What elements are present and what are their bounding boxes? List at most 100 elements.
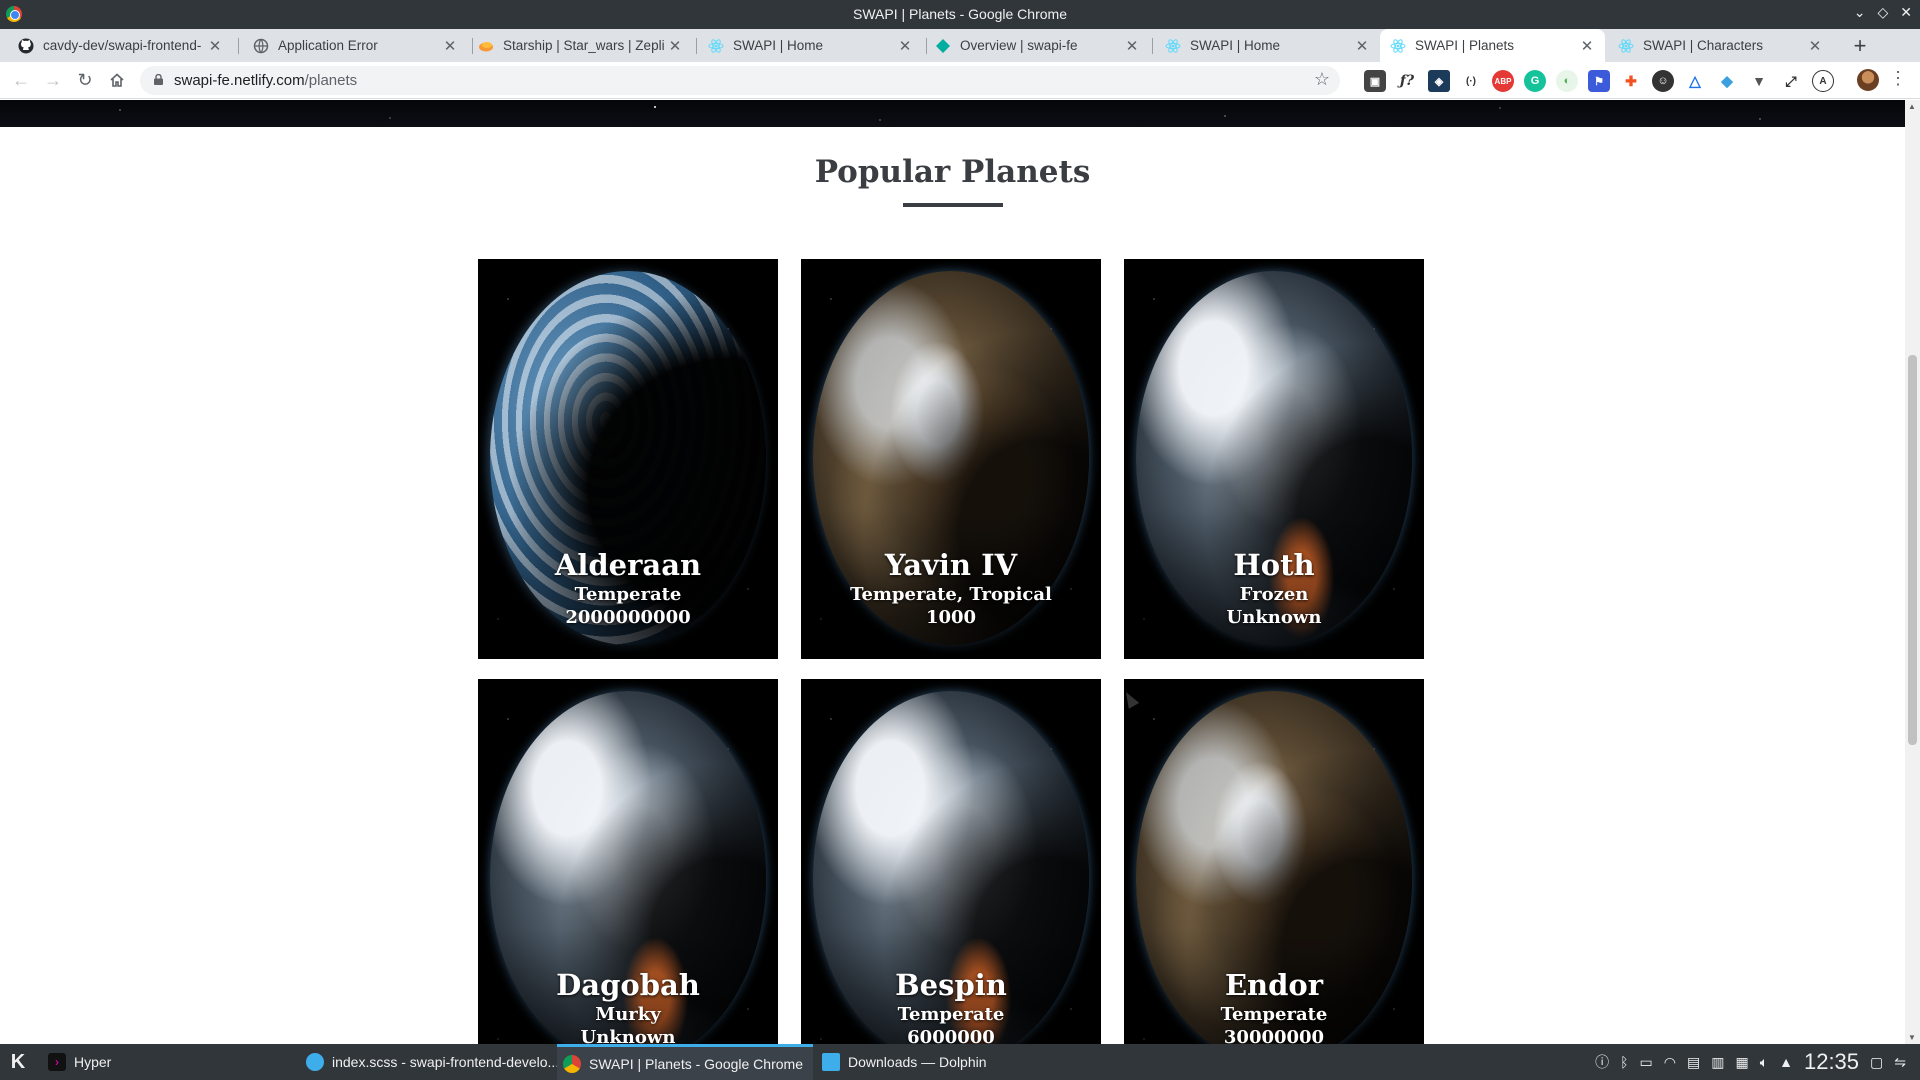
extension-icon[interactable]: ✚ — [1620, 70, 1642, 92]
tab-active[interactable]: SWAPI | Planets ✕ — [1380, 29, 1605, 62]
scroll-down-icon[interactable]: ▼ — [1908, 1033, 1916, 1042]
extension-icon[interactable]: (·) — [1460, 70, 1482, 92]
tab-label: Overview | swapi-fe — [960, 38, 1078, 53]
react-icon — [708, 38, 724, 54]
tab-close-icon[interactable]: ✕ — [207, 37, 223, 55]
planet-climate: Temperate, Tropical — [850, 584, 1052, 605]
page-scrollbar[interactable]: ▲ ▼ — [1905, 100, 1920, 1044]
tab-close-icon[interactable]: ✕ — [897, 37, 913, 55]
folder-icon — [822, 1053, 840, 1071]
planet-card[interactable]: Bespin Temperate 6000000 — [801, 679, 1101, 1044]
tab-label: Starship | Star_wars | Zepli — [503, 38, 665, 53]
bookmark-star-icon[interactable]: ☆ — [1314, 69, 1330, 90]
extension-icon[interactable]: ☺ — [1652, 70, 1674, 92]
info-icon[interactable]: ⓘ — [1595, 1052, 1609, 1072]
extension-icon[interactable]: ⚑ — [1588, 70, 1610, 92]
tab[interactable]: SWAPI | Home ✕ — [1155, 29, 1380, 62]
extension-icon[interactable]: ◆ — [1716, 70, 1738, 92]
planet-population: 30000000 — [1223, 1027, 1325, 1044]
tab-close-icon[interactable]: ✕ — [667, 37, 683, 55]
chrome-menu-icon[interactable]: ⋮ — [1889, 68, 1907, 89]
title-underline — [903, 203, 1003, 207]
planet-climate: Murky — [595, 1004, 661, 1025]
task-label: SWAPI | Planets - Google Chrome — [589, 1055, 803, 1072]
tab[interactable]: Overview | swapi-fe ✕ — [925, 29, 1150, 62]
task-label: Downloads — Dolphin — [848, 1054, 987, 1070]
address-bar[interactable]: swapi-fe.netlify.com/planets ☆ — [140, 66, 1340, 95]
tab-label: SWAPI | Planets — [1415, 38, 1515, 53]
tray-expand-icon[interactable]: ▲ — [1779, 1054, 1793, 1070]
window-title: SWAPI | Planets - Google Chrome — [853, 6, 1067, 22]
tab[interactable]: Starship | Star_wars | Zepli ✕ — [468, 29, 693, 62]
tab[interactable]: cavdy-dev/swapi-frontend- ✕ — [8, 29, 233, 62]
tab-close-icon[interactable]: ✕ — [1124, 37, 1140, 55]
planet-name: Endor — [1224, 968, 1324, 1002]
tab-close-icon[interactable]: ✕ — [1354, 37, 1370, 55]
task-item[interactable]: index.scss - swapi-frontend-develo... — [300, 1044, 565, 1080]
storage-icon[interactable]: ▥ — [1711, 1054, 1724, 1071]
planet-name: Hoth — [1233, 548, 1315, 582]
planet-name: Dagobah — [556, 968, 700, 1002]
show-desktop-icon[interactable]: ▢ — [1870, 1054, 1883, 1071]
tab-label: SWAPI | Home — [733, 38, 824, 53]
grammarly-icon[interactable]: G — [1524, 70, 1546, 92]
terminal-icon: › — [48, 1053, 66, 1071]
profile-avatar[interactable] — [1857, 69, 1879, 91]
reload-button[interactable]: ↻ — [72, 67, 98, 93]
forward-button[interactable]: → — [40, 67, 66, 93]
tab-close-icon[interactable]: ✕ — [1807, 37, 1823, 55]
tab-close-icon[interactable]: ✕ — [1579, 37, 1595, 55]
battery-icon[interactable]: ▭ — [1640, 1054, 1653, 1071]
adblock-icon[interactable]: ABP — [1492, 70, 1514, 92]
planet-name: Alderaan — [554, 548, 702, 582]
kde-launcher-icon[interactable]: K — [6, 1050, 30, 1074]
planet-climate: Frozen — [1239, 584, 1309, 605]
planet-population: 1000 — [925, 607, 977, 628]
planet-population: 6000000 — [907, 1027, 995, 1044]
react-icon — [1618, 38, 1634, 54]
close-icon[interactable]: ✕ — [1900, 4, 1912, 21]
extension-icon[interactable]: ▼ — [1748, 70, 1770, 92]
window-titlebar: SWAPI | Planets - Google Chrome ⌄ ◇ ✕ — [0, 0, 1920, 29]
tab[interactable]: Application Error ✕ — [243, 29, 468, 62]
minimize-icon[interactable]: ⌄ — [1854, 4, 1866, 21]
extension-icon[interactable]: ƒ? — [1396, 70, 1418, 92]
tab[interactable]: SWAPI | Home ✕ — [698, 29, 923, 62]
planet-card[interactable]: Hoth Frozen Unknown — [1124, 259, 1424, 659]
window-controls: ⌄ ◇ ✕ — [1854, 4, 1912, 21]
globe-icon — [253, 38, 269, 54]
task-item[interactable]: Downloads — Dolphin — [816, 1044, 993, 1080]
vscode-icon — [306, 1053, 324, 1071]
home-button[interactable] — [104, 67, 130, 93]
planet-card[interactable]: Alderaan Temperate 2000000000 — [478, 259, 778, 659]
planet-card[interactable]: Endor Temperate 30000000 — [1124, 679, 1424, 1044]
extension-icon[interactable]: △ — [1684, 70, 1706, 92]
new-tab-button[interactable]: + — [1846, 29, 1874, 62]
keyboard-icon[interactable]: ▦ — [1735, 1054, 1748, 1071]
maximize-icon[interactable]: ◇ — [1877, 4, 1888, 21]
planet-card[interactable]: Yavin IV Temperate, Tropical 1000 — [801, 259, 1101, 659]
clock[interactable]: 12:35 — [1804, 1049, 1859, 1075]
zeplin-icon — [478, 38, 494, 54]
tab-close-icon[interactable]: ✕ — [442, 37, 458, 55]
clipboard-icon[interactable]: ▤ — [1687, 1054, 1700, 1071]
bluetooth-icon[interactable]: ᛒ — [1620, 1054, 1628, 1070]
task-item-active[interactable]: SWAPI | Planets - Google Chrome — [557, 1044, 813, 1080]
scrollbar-thumb[interactable] — [1908, 355, 1917, 745]
back-button[interactable]: ← — [8, 67, 34, 93]
task-item[interactable]: › Hyper — [42, 1044, 117, 1080]
desktop-settings-icon[interactable]: ⇋ — [1894, 1054, 1906, 1071]
planet-name: Yavin IV — [884, 548, 1018, 582]
volume-icon[interactable]: 🔈︎ — [1760, 1054, 1768, 1071]
tab[interactable]: SWAPI | Characters ✕ — [1608, 29, 1833, 62]
extension-icon[interactable]: ◐ — [1556, 70, 1578, 92]
extension-icon[interactable]: A — [1812, 70, 1834, 92]
extension-icon[interactable]: ▣ — [1364, 70, 1386, 92]
extensions-bar: ▣ ƒ? ◈ (·) ABP G ◐ ⚑ ✚ ☺ △ ◆ ▼ ⤢ A — [1364, 70, 1834, 92]
planet-card[interactable]: Dagobah Murky Unknown — [478, 679, 778, 1044]
scroll-up-icon[interactable]: ▲ — [1908, 102, 1916, 111]
extension-icon[interactable]: ⤢ — [1780, 70, 1802, 92]
extension-icon[interactable]: ◈ — [1428, 70, 1450, 92]
wifi-icon[interactable]: ◠ — [1664, 1054, 1676, 1071]
home-icon — [110, 73, 124, 87]
